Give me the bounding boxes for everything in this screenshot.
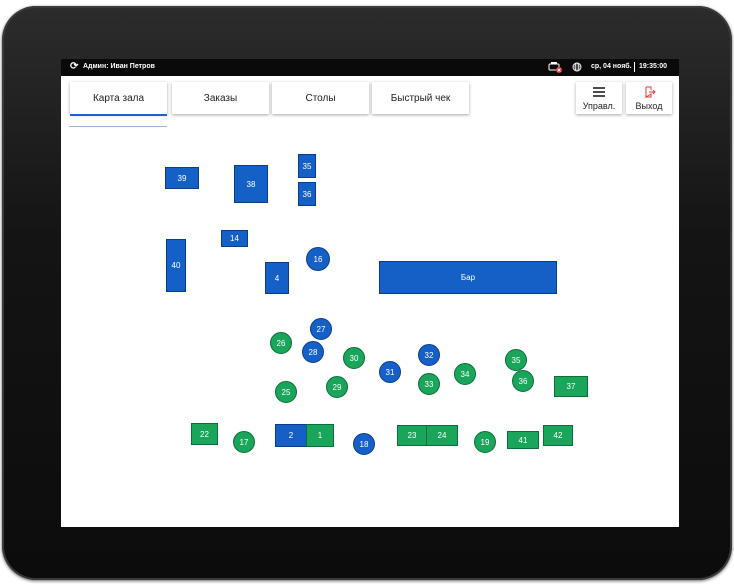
table-label: 33 bbox=[424, 379, 434, 389]
table-33[interactable]: 33 bbox=[418, 373, 440, 395]
table-26[interactable]: 26 bbox=[270, 332, 292, 354]
table-37[interactable]: 37 bbox=[554, 376, 588, 397]
table-label: 30 bbox=[349, 353, 359, 363]
manage-button[interactable]: Управл. bbox=[576, 82, 622, 114]
tab-label: Карта зала bbox=[92, 92, 145, 104]
table-38[interactable]: 38 bbox=[234, 165, 268, 203]
table-35[interactable]: 35 bbox=[505, 349, 527, 371]
table-28[interactable]: 28 bbox=[302, 341, 324, 363]
tab-hall-map[interactable]: Карта зала bbox=[70, 82, 167, 116]
exit-button[interactable]: Выход bbox=[626, 82, 672, 114]
table-label: 31 bbox=[385, 367, 395, 377]
table-1[interactable]: 1 bbox=[306, 424, 334, 447]
table-label: 29 bbox=[332, 382, 342, 392]
table-24[interactable]: 24 bbox=[426, 425, 458, 446]
date-label: ср, 04 нояб. bbox=[591, 63, 632, 70]
table-32[interactable]: 32 bbox=[418, 344, 440, 366]
table-30[interactable]: 30 bbox=[343, 347, 365, 369]
table-41[interactable]: 41 bbox=[507, 431, 539, 449]
status-bar: ⟳ Админ: Иван Петров ср, 04 нояб. 19:35:… bbox=[61, 59, 679, 76]
table-42[interactable]: 42 bbox=[543, 425, 573, 446]
table-label: 40 bbox=[171, 261, 181, 270]
table-label: 2 bbox=[288, 431, 294, 440]
printer-error-icon bbox=[548, 62, 562, 73]
table-18[interactable]: 18 bbox=[353, 433, 375, 455]
tab-underline bbox=[69, 126, 167, 127]
table-label: 28 bbox=[308, 347, 318, 357]
table-label: 32 bbox=[424, 350, 434, 360]
table-36[interactable]: 36 bbox=[298, 182, 316, 206]
table-label: 37 bbox=[566, 382, 576, 391]
globe-icon bbox=[572, 62, 582, 72]
menu-icon bbox=[593, 87, 605, 97]
tab-label: Столы bbox=[305, 92, 336, 104]
table-31[interactable]: 31 bbox=[379, 361, 401, 383]
table-14[interactable]: 14 bbox=[221, 230, 248, 247]
exit-label: Выход bbox=[635, 101, 663, 111]
table-label: 35 bbox=[302, 161, 312, 171]
table-label: 41 bbox=[518, 435, 528, 445]
table-label: 24 bbox=[437, 431, 447, 440]
table-4[interactable]: 4 bbox=[265, 262, 289, 294]
table-40[interactable]: 40 bbox=[166, 239, 186, 292]
time-label: 19:35:00 bbox=[639, 63, 668, 70]
table-label: 39 bbox=[177, 173, 187, 183]
table-36[interactable]: 36 bbox=[512, 370, 534, 392]
table-25[interactable]: 25 bbox=[275, 381, 297, 403]
table-23[interactable]: 23 bbox=[397, 425, 427, 446]
table-17[interactable]: 17 bbox=[233, 431, 255, 453]
table-label: 1 bbox=[317, 431, 323, 440]
table-label: 36 bbox=[302, 189, 312, 199]
table-label: 22 bbox=[200, 429, 209, 439]
table-29[interactable]: 29 bbox=[326, 376, 348, 398]
table-label: 26 bbox=[276, 338, 286, 348]
table-22[interactable]: 22 bbox=[191, 423, 218, 445]
table-label: 27 bbox=[316, 324, 326, 334]
table-35[interactable]: 35 bbox=[298, 154, 316, 178]
tab-tables[interactable]: Столы bbox=[272, 82, 369, 114]
table-label: 18 bbox=[359, 439, 369, 449]
table-label: 35 bbox=[511, 355, 521, 365]
table-2[interactable]: 2 bbox=[275, 424, 307, 447]
pos-screen: ⟳ Админ: Иван Петров ср, 04 нояб. 19:35:… bbox=[61, 59, 679, 527]
table-16[interactable]: 16 bbox=[306, 247, 330, 271]
manage-label: Управл. bbox=[582, 101, 616, 111]
tab-quick-check[interactable]: Быстрый чек bbox=[372, 82, 469, 114]
exit-icon bbox=[644, 86, 656, 98]
table-27[interactable]: 27 bbox=[310, 318, 332, 340]
table-label: 4 bbox=[274, 273, 280, 283]
table-label: 38 bbox=[246, 179, 256, 189]
table-34[interactable]: 34 bbox=[454, 363, 476, 385]
table-39[interactable]: 39 bbox=[165, 167, 199, 189]
table-label: Бар bbox=[460, 273, 476, 282]
tab-label: Заказы bbox=[203, 92, 238, 104]
tab-orders[interactable]: Заказы bbox=[172, 82, 269, 114]
table-label: 42 bbox=[553, 431, 563, 440]
user-name: Админ: Иван Петров bbox=[83, 63, 155, 70]
tab-label: Быстрый чек bbox=[390, 92, 451, 104]
status-separator bbox=[634, 62, 635, 72]
table-label: 16 bbox=[313, 254, 323, 264]
table-label: 14 bbox=[230, 234, 239, 243]
bar-counter[interactable]: Бар bbox=[379, 261, 557, 294]
sync-icon[interactable]: ⟳ bbox=[70, 61, 78, 73]
table-label: 34 bbox=[460, 369, 470, 379]
table-19[interactable]: 19 bbox=[474, 431, 496, 453]
table-label: 19 bbox=[480, 437, 490, 447]
table-label: 25 bbox=[281, 387, 291, 397]
table-label: 36 bbox=[518, 376, 528, 386]
table-label: 17 bbox=[239, 437, 249, 447]
table-label: 23 bbox=[407, 431, 417, 440]
